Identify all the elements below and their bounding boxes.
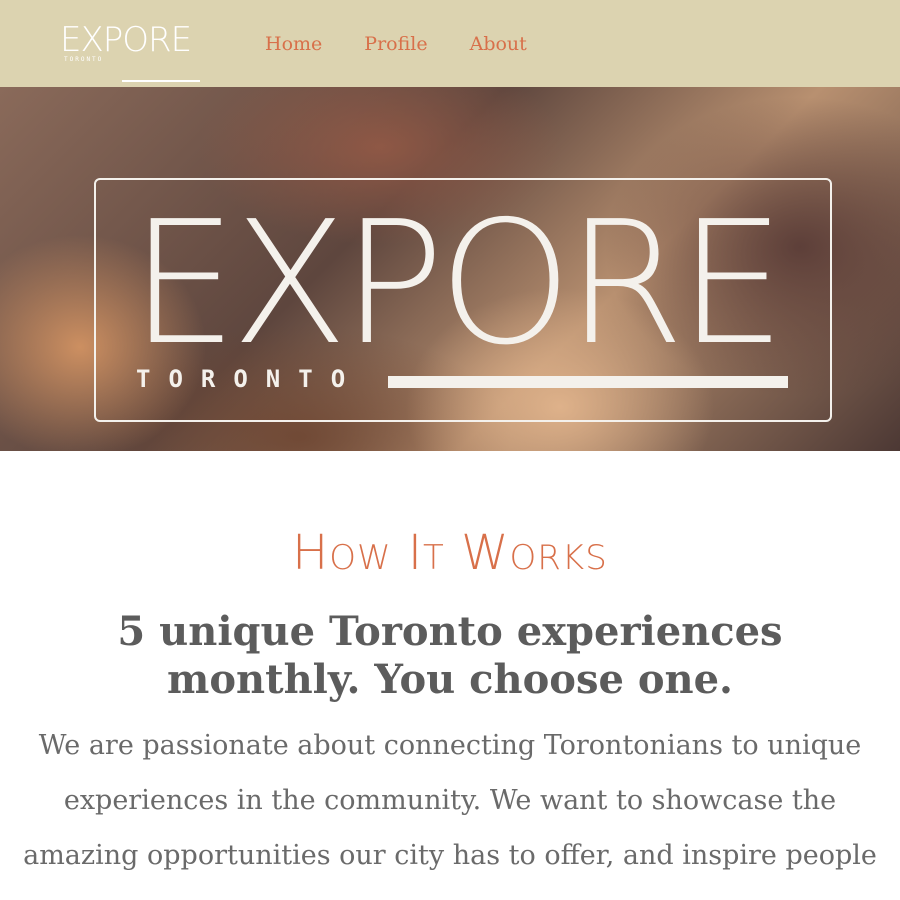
hero-banner: EXPORE TORONTO xyxy=(0,87,900,451)
brand-logo[interactable]: EXPORE TORONTO xyxy=(60,20,202,82)
brand-wordmark: EXPORE xyxy=(60,20,192,60)
hero-wordmark: EXPORE xyxy=(130,185,786,383)
section-subhead: 5 unique Toronto experiences monthly. Yo… xyxy=(117,608,783,703)
hero-city-label: TORONTO xyxy=(136,365,364,393)
hero-logo-bar xyxy=(388,376,788,388)
nav-profile-link[interactable]: Profile xyxy=(364,30,427,58)
nav-home-link[interactable]: Home xyxy=(265,30,322,58)
section-body: We are passionate about connecting Toron… xyxy=(23,730,877,900)
brand-subtitle: TORONTO xyxy=(64,56,104,63)
brand-underline xyxy=(122,80,200,82)
section-title: How It Works xyxy=(292,525,608,581)
top-bar: EXPORE TORONTO Home Profile About xyxy=(0,0,900,87)
nav-about-link[interactable]: About xyxy=(470,30,527,58)
main-nav: Home Profile About xyxy=(265,30,569,58)
